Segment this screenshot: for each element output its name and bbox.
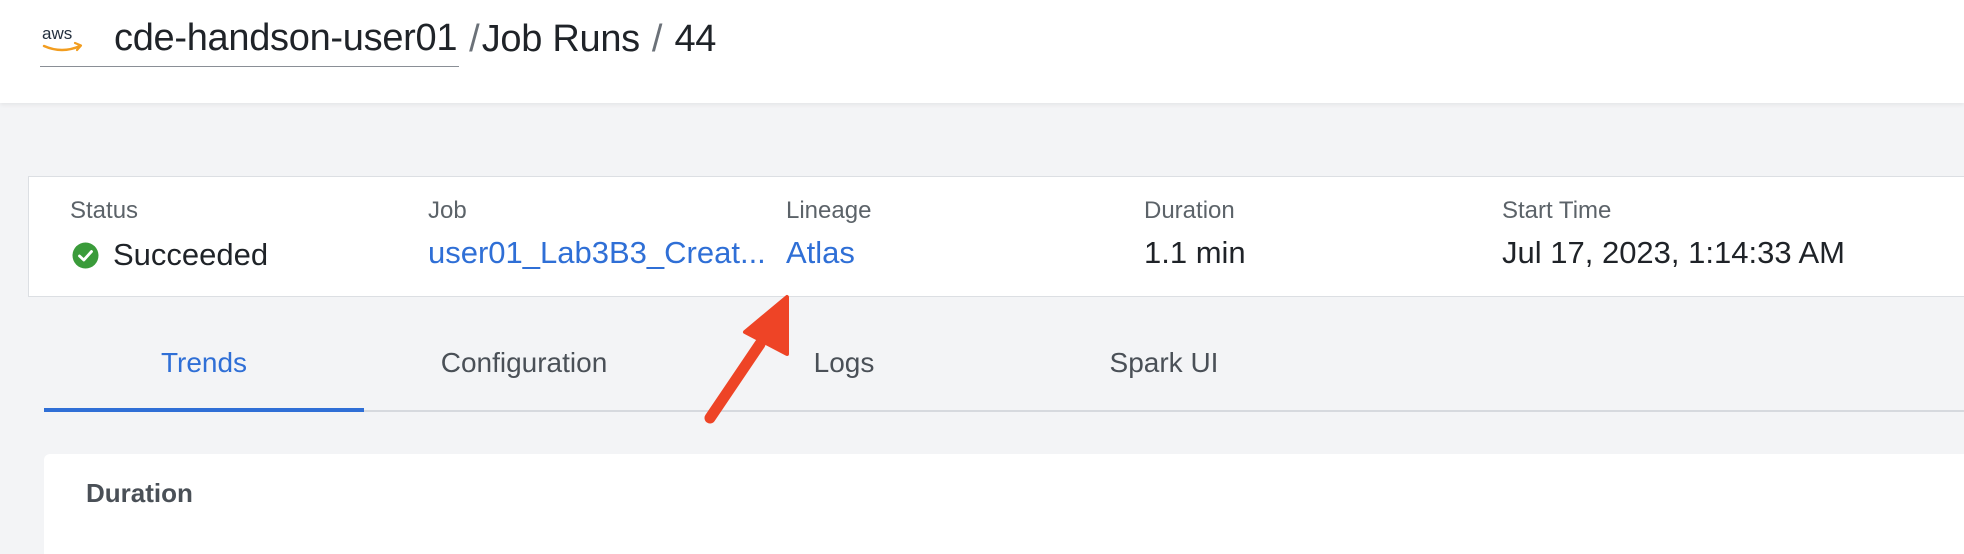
tab-spark-ui[interactable]: Spark UI: [1004, 320, 1324, 410]
aws-logo-icon: aws: [42, 24, 83, 51]
lineage-label: Lineage: [786, 197, 872, 224]
breadcrumb-run-id: 44: [674, 17, 717, 60]
tab-configuration[interactable]: Configuration: [364, 320, 684, 410]
check-circle-icon: [72, 242, 99, 268]
environment-link[interactable]: aws cde-handson-user01: [40, 12, 460, 67]
job-label: Job: [428, 197, 467, 224]
duration-label: Duration: [1144, 197, 1235, 224]
job-link[interactable]: user01_Lab3B3_Creat...: [428, 235, 766, 271]
tab-logs[interactable]: Logs: [684, 320, 1004, 410]
tab-trends[interactable]: Trends: [44, 320, 364, 412]
breadcrumb: aws cde-handson-user01 / Job Runs / 44: [40, 12, 717, 67]
run-tabs: Trends Configuration Logs Spark UI: [44, 320, 1964, 412]
atlas-link[interactable]: Atlas: [786, 235, 871, 271]
start-time-value: Jul 17, 2023, 1:14:33 AM: [1502, 235, 1845, 270]
status-value: Succeeded: [113, 237, 269, 272]
breadcrumb-separator: /: [651, 17, 663, 60]
job-field: Job user01_Lab3B3_Creat...: [428, 197, 766, 271]
svg-text:aws: aws: [42, 24, 72, 43]
status-label: Status: [70, 197, 139, 224]
duration-value: 1.1 min: [1144, 235, 1246, 270]
status-field: Status Succeeded: [70, 197, 268, 273]
breadcrumb-separator: /: [469, 17, 480, 60]
environment-name: cde-handson-user01: [114, 17, 458, 59]
panel-title: Duration: [86, 478, 193, 508]
start-time-field: Start Time Jul 17, 2023, 1:14:33 AM: [1502, 197, 1845, 271]
lineage-field: Lineage Atlas: [786, 197, 871, 271]
duration-field: Duration 1.1 min: [1144, 197, 1246, 271]
breadcrumb-job-runs[interactable]: Job Runs: [482, 18, 640, 61]
start-time-label: Start Time: [1502, 197, 1612, 224]
top-header: aws cde-handson-user01 / Job Runs / 44: [0, 0, 1964, 103]
duration-panel: Duration: [44, 454, 1964, 554]
job-run-summary: Status Succeeded Job user01_Lab3B3_Creat…: [28, 176, 1964, 297]
